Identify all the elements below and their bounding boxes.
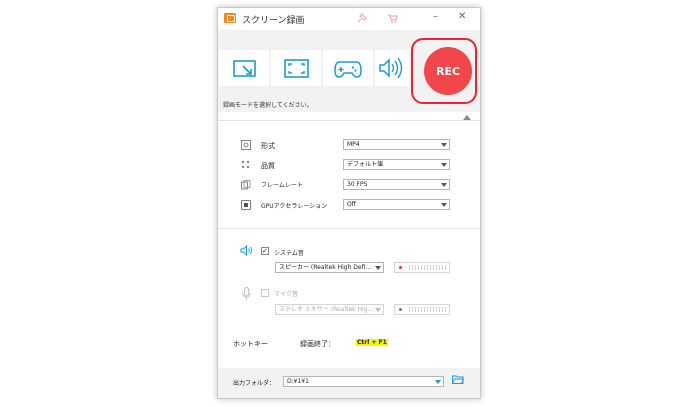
chevron-down-icon bbox=[375, 308, 381, 312]
divider bbox=[218, 228, 480, 229]
fullscreen-icon bbox=[284, 59, 309, 78]
region-select-icon bbox=[233, 60, 256, 77]
chevron-down-icon bbox=[375, 266, 381, 270]
format-value: MP4 bbox=[347, 141, 360, 148]
quality-label: 品質 bbox=[261, 162, 275, 170]
gpu-select[interactable]: Off bbox=[343, 199, 450, 210]
chevron-down-icon bbox=[441, 143, 447, 147]
output-folder-bar: 出力フォルダ： D:¥1¥1 bbox=[218, 368, 480, 398]
system-sound-checkbox[interactable]: ✓ bbox=[261, 247, 269, 255]
collapse-arrow-icon[interactable] bbox=[463, 115, 471, 120]
framerate-select[interactable]: 30 FPS bbox=[343, 179, 450, 190]
framerate-label: フレームレート bbox=[261, 182, 303, 189]
mode-hint-text: 録画モードを選択してください。 bbox=[223, 102, 313, 109]
hotkey-badge[interactable]: Ctrl + F1 bbox=[356, 339, 388, 346]
mic-sound-label: マイク音 bbox=[274, 291, 298, 298]
output-path-value: D:¥1¥1 bbox=[287, 378, 309, 385]
screen-recorder-window: スクリーン録画 – ✕ REC 録画モードを選択してください。 形式 MP4 品… bbox=[217, 7, 481, 399]
region-mode-button[interactable] bbox=[219, 50, 269, 86]
cart-icon[interactable] bbox=[387, 13, 398, 24]
audio-mode-button[interactable] bbox=[375, 50, 409, 86]
record-dot-icon bbox=[399, 266, 402, 269]
chevron-down-icon bbox=[441, 163, 447, 167]
quality-select[interactable]: デフォルト値 bbox=[343, 159, 450, 170]
chevron-down-icon bbox=[441, 183, 447, 187]
gamepad-icon bbox=[334, 61, 362, 78]
pin-icon[interactable] bbox=[356, 13, 367, 24]
title-bar: スクリーン録画 – ✕ bbox=[218, 8, 480, 30]
system-sound-level-meter bbox=[394, 262, 450, 273]
system-sound-label: システム音 bbox=[274, 250, 304, 257]
mic-level-meter bbox=[394, 304, 450, 315]
quality-value: デフォルト値 bbox=[347, 161, 384, 168]
system-sound-device-value: スピーカー (Realtek High Defi... bbox=[279, 264, 372, 271]
framerate-icon bbox=[241, 180, 251, 190]
format-select[interactable]: MP4 bbox=[343, 139, 450, 150]
framerate-value: 30 FPS bbox=[347, 181, 368, 188]
output-path-select[interactable]: D:¥1¥1 bbox=[283, 376, 444, 387]
mic-sound-checkbox[interactable] bbox=[261, 289, 269, 297]
window-title: スクリーン録画 bbox=[242, 16, 305, 26]
app-logo-icon bbox=[224, 13, 236, 23]
minimize-button[interactable]: – bbox=[433, 11, 438, 23]
microphone-icon bbox=[242, 287, 251, 300]
close-button[interactable]: ✕ bbox=[458, 11, 466, 23]
format-label: 形式 bbox=[261, 142, 275, 150]
system-sound-icon bbox=[240, 245, 253, 256]
chevron-down-icon bbox=[435, 380, 441, 384]
quality-icon bbox=[241, 160, 250, 169]
gpu-icon bbox=[241, 200, 251, 210]
mic-device-value: ステレオ ミキサー (Realtek Hig... bbox=[279, 306, 374, 313]
format-settings-icon bbox=[241, 140, 251, 150]
hotkey-action-label: 録画終了： bbox=[300, 340, 335, 348]
fullscreen-mode-button[interactable] bbox=[271, 50, 321, 86]
game-mode-button[interactable] bbox=[323, 50, 373, 86]
record-dot-icon bbox=[399, 308, 402, 311]
open-folder-icon[interactable] bbox=[452, 375, 464, 384]
hotkey-label: ホットキー bbox=[233, 340, 268, 348]
mode-bar: REC 録画モードを選択してください。 bbox=[218, 30, 480, 112]
gpu-value: Off bbox=[347, 201, 356, 208]
speaker-icon bbox=[379, 57, 403, 79]
rec-button[interactable]: REC bbox=[424, 47, 472, 95]
divider bbox=[218, 120, 480, 121]
system-sound-device-select[interactable]: スピーカー (Realtek High Defi... bbox=[275, 262, 384, 273]
output-folder-label: 出力フォルダ： bbox=[233, 380, 276, 387]
chevron-down-icon bbox=[441, 203, 447, 207]
gpu-label: GPUアクセラレーション bbox=[261, 203, 328, 210]
mic-device-select[interactable]: ステレオ ミキサー (Realtek Hig... bbox=[275, 304, 384, 315]
